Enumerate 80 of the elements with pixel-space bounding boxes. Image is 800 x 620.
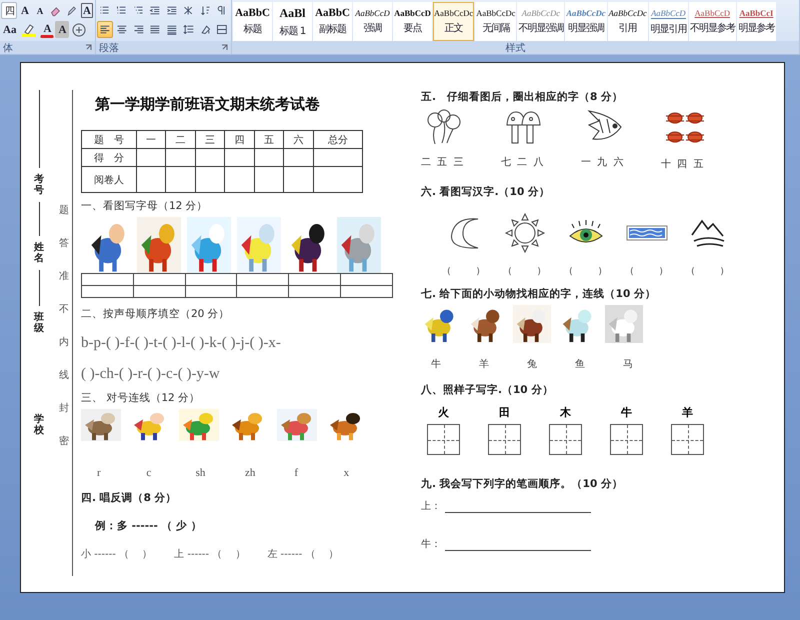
- group-label: 体: [3, 42, 13, 54]
- pinyin-letter: r: [97, 467, 102, 479]
- style-gallery-item[interactable]: AaBbCcD 不明显参考: [688, 2, 736, 41]
- model-character: 木: [560, 405, 571, 420]
- group-label: 段落: [99, 42, 119, 54]
- pinyin-letter: x: [344, 467, 350, 479]
- antonym-item: 上 ------ （ ）: [174, 548, 246, 561]
- style-gallery-item[interactable]: AaBbCcD 明显引用: [648, 2, 688, 41]
- grow-font-button[interactable]: A: [18, 2, 32, 19]
- table-cell: 一: [136, 130, 166, 148]
- section-heading: 六. 看图写汉字.（10 分）: [421, 185, 551, 199]
- answer-blank: ( ): [568, 267, 603, 277]
- model-character: 羊: [682, 405, 693, 420]
- answer-blank: ( ): [446, 267, 481, 277]
- character-border-button[interactable]: A: [80, 2, 94, 19]
- character-shading-button[interactable]: A: [55, 21, 70, 38]
- style-gallery-item[interactable]: AaBbC 副标题: [313, 2, 352, 41]
- style-gallery-item[interactable]: AaBl 标题 1: [273, 2, 312, 41]
- style-gallery-item[interactable]: AaBbCcD 要点: [393, 2, 432, 41]
- antonym-item: 左 ------ （ ）: [267, 548, 339, 561]
- pinyin-letter: sh: [196, 467, 206, 479]
- table-cell: 总分: [313, 130, 362, 148]
- style-gallery-item[interactable]: AaBbCcDc 引用: [608, 2, 648, 41]
- shrink-font-button[interactable]: A: [33, 2, 47, 19]
- example-text: 例：多 ------ （ 少 ）: [95, 519, 203, 533]
- answer-blank: ( ): [629, 267, 664, 277]
- table-cell: 得 分: [82, 148, 136, 166]
- section-heading: 一、看图写字母（12 分）: [81, 199, 209, 213]
- pinyin-letter: c: [146, 467, 152, 479]
- style-gallery-item[interactable]: AaBbCcDc 无间隔: [475, 2, 516, 41]
- table-cell: 六: [284, 130, 314, 148]
- table-cell: 题 号: [82, 130, 136, 148]
- seal-line-text: 题答准不内线封密: [59, 204, 69, 449]
- exam-title: 第一学期学前班语文期末统考试卷: [95, 95, 321, 114]
- group-label: 样式: [506, 42, 526, 54]
- answer-blank: ( ): [690, 267, 725, 277]
- model-character: 牛: [621, 405, 632, 420]
- model-character: 田: [499, 405, 510, 420]
- answer-blank: ( ): [507, 267, 542, 277]
- chinese-character: 兔: [527, 358, 538, 371]
- section-heading: 五. 仔细看图后，圈出相应的字（8 分）: [421, 90, 624, 104]
- character-label: 牛：: [421, 538, 441, 551]
- section-heading: 三、 对号连线（12 分）: [81, 391, 202, 405]
- section-heading: 八、照样子写字.（10 分）: [421, 383, 554, 397]
- pinyin-sequence: ( )-ch-( )-r-( )-c-( )-y-w: [81, 366, 221, 383]
- style-gallery-item[interactable]: AaBbCcDc 不明显强调: [517, 2, 564, 41]
- table-cell: 二: [166, 130, 196, 148]
- style-gallery-item[interactable]: AaBbCcDc 明显强调: [565, 2, 607, 41]
- binding-field-label: 考号: [34, 174, 44, 196]
- style-gallery-item[interactable]: AaBbCcDc 正文: [433, 2, 474, 41]
- font-size-field[interactable]: 四: [1, 2, 17, 19]
- binding-field-label: 学校: [34, 414, 44, 436]
- style-gallery-item[interactable]: AaBbCcI 明显参考: [736, 2, 776, 41]
- answer-options: 七 二 八: [501, 155, 544, 169]
- style-gallery-item[interactable]: AaBbC 标题: [233, 2, 272, 41]
- section-heading: 四. 唱反调（8 分）: [81, 491, 178, 505]
- table-cell: 三: [195, 130, 225, 148]
- chinese-character: 鱼: [575, 358, 586, 371]
- table-cell: 四: [224, 130, 254, 148]
- binding-field-label: 姓名: [34, 242, 44, 264]
- antonym-item: 小 ------ （ ）: [81, 548, 152, 561]
- table-cell: 阅卷人: [82, 166, 136, 192]
- pinyin-sequence: b-p-( )-f-( )-t-( )-l-( )-k-( )-j-( )-x-: [81, 335, 282, 352]
- section-heading: 二、按声母顺序填空（20 分）: [81, 307, 231, 321]
- style-gallery-item[interactable]: AaBbCcD 强调: [353, 2, 392, 41]
- answer-options: 一 九 六: [581, 155, 624, 169]
- model-character: 火: [438, 405, 449, 420]
- change-case-button[interactable]: Aa: [1, 21, 18, 38]
- chinese-character: 牛: [431, 358, 442, 371]
- section-heading: 九. 我会写下列字的笔画顺序。（10 分）: [421, 477, 624, 491]
- section-heading: 七. 给下面的小动物找相应的字，连线（10 分）: [421, 287, 657, 301]
- pinyin-letter: f: [294, 467, 299, 479]
- chinese-character: 羊: [479, 358, 490, 371]
- chinese-character: 马: [623, 358, 634, 371]
- table-cell: 五: [254, 130, 284, 148]
- binding-field-label: 班级: [34, 312, 44, 334]
- pinyin-letter: zh: [244, 467, 256, 479]
- answer-options: 二 五 三: [421, 155, 464, 169]
- character-label: 上：: [421, 500, 441, 513]
- answer-options: 十 四 五: [661, 157, 704, 171]
